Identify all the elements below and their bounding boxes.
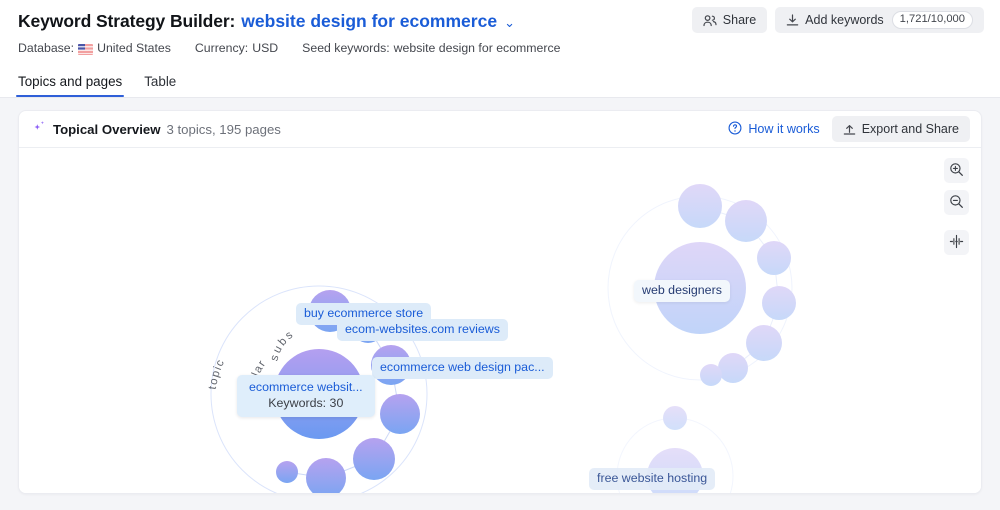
topical-overview-card: Topical Overview 3 topics, 195 pages How…: [18, 110, 982, 494]
sub-node[interactable]: [380, 394, 420, 434]
tab-topics-and-pages[interactable]: Topics and pages: [15, 74, 125, 97]
node-label-ecom-websites-reviews[interactable]: ecom-websites.com reviews: [337, 319, 508, 341]
node-tooltip-ecommerce-website[interactable]: ecommerce websit... Keywords: 30: [237, 375, 375, 417]
magnifier-plus-icon: [949, 162, 964, 180]
sparkle-icon: [33, 120, 46, 139]
card-subtitle: 3 topics, 195 pages: [166, 121, 281, 137]
seed-keywords-label: Seed keywords:: [302, 41, 390, 55]
page-header: Keyword Strategy Builder: website design…: [0, 0, 1000, 64]
crosshair-icon: [949, 234, 964, 252]
recenter-button[interactable]: [944, 230, 969, 255]
ring-label-topic: topic: [207, 357, 228, 390]
magnifier-minus-icon: [949, 194, 964, 212]
download-icon: [786, 13, 799, 27]
node-tooltip-keywords: Keywords: 30: [268, 396, 344, 410]
meta-seed-keywords: Seed keywords: website design for ecomme…: [302, 41, 560, 55]
seed-keywords-value: website design for ecommerce: [393, 41, 561, 55]
share-button[interactable]: Share: [691, 7, 768, 33]
card-title: Topical Overview: [53, 121, 161, 137]
sub-node[interactable]: [718, 353, 748, 383]
meta-currency: Currency: USD: [195, 41, 278, 55]
topical-graph-canvas[interactable]: topic pillar subs: [19, 148, 981, 494]
node-label-web-designers[interactable]: web designers: [634, 280, 730, 302]
export-and-share-label: Export and Share: [861, 122, 959, 136]
header-actions: Share Add keywords 1,721/10,000: [691, 7, 984, 33]
sub-node[interactable]: [762, 286, 796, 320]
database-value: United States: [97, 41, 171, 55]
keywords-count-badge: 1,721/10,000: [891, 11, 973, 29]
tab-bar: Topics and pages Table: [0, 64, 1000, 98]
add-keywords-button-label: Add keywords: [805, 13, 884, 27]
view-controls: [944, 158, 969, 255]
share-button-label: Share: [722, 13, 757, 27]
zoom-in-button[interactable]: [944, 158, 969, 183]
sub-node[interactable]: [306, 458, 346, 494]
card-header: Topical Overview 3 topics, 195 pages How…: [19, 111, 981, 148]
question-circle-icon: [728, 121, 742, 138]
sub-node[interactable]: [678, 184, 722, 228]
add-keywords-button[interactable]: Add keywords 1,721/10,000: [775, 7, 984, 33]
sub-node[interactable]: [757, 241, 791, 275]
people-icon: [703, 14, 717, 27]
currency-label: Currency:: [194, 41, 249, 55]
meta-row: Database: United States Currency: USD Se…: [18, 41, 984, 55]
ring-label-subs: subs: [268, 328, 297, 363]
node-label-free-website-hosting[interactable]: free website hosting: [589, 468, 716, 490]
sub-node[interactable]: [700, 364, 722, 386]
page-title: Keyword Strategy Builder:: [18, 11, 236, 31]
sub-node[interactable]: [353, 438, 395, 480]
how-it-works-label: How it works: [748, 122, 820, 136]
sub-node[interactable]: [276, 461, 298, 483]
sub-node[interactable]: [725, 200, 767, 242]
zoom-out-button[interactable]: [944, 190, 969, 215]
database-label: Database:: [18, 41, 75, 55]
sub-node[interactable]: [746, 325, 782, 361]
node-label-ecommerce-web-design-package[interactable]: ecommerce web design pac...: [372, 357, 553, 379]
export-and-share-button[interactable]: Export and Share: [831, 116, 970, 142]
card-header-actions: How it works Export and Share: [728, 116, 970, 142]
current-keyword-link[interactable]: website design for ecommerce: [241, 11, 497, 32]
chevron-down-icon[interactable]: ⌄: [504, 16, 515, 29]
us-flag-icon: [78, 43, 94, 55]
how-it-works-link[interactable]: How it works: [728, 121, 820, 138]
tab-table[interactable]: Table: [144, 74, 176, 97]
meta-database: Database: United States: [18, 41, 171, 55]
currency-value: USD: [252, 41, 279, 55]
node-tooltip-title: ecommerce websit...: [249, 380, 363, 394]
sub-node[interactable]: [663, 406, 687, 430]
upload-icon: [843, 123, 856, 136]
